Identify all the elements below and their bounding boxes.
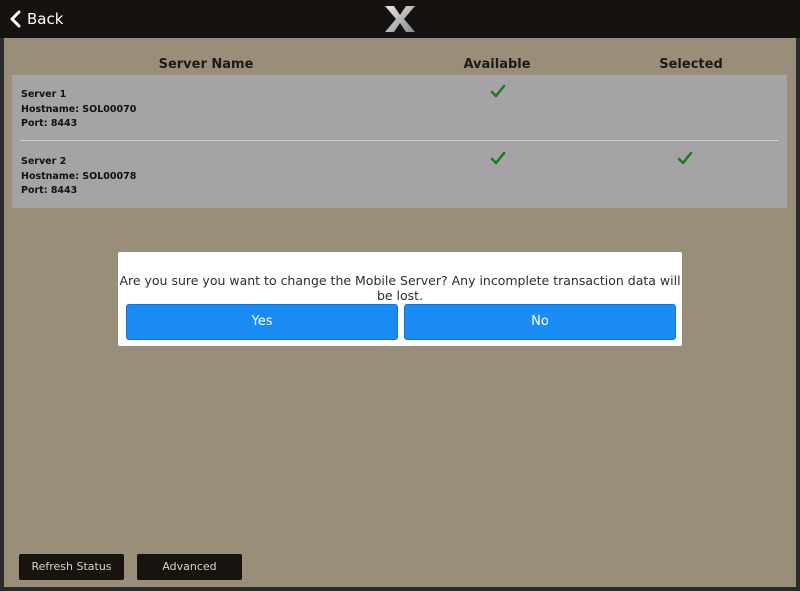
- frame-bottom: [0, 587, 800, 591]
- selected-check-icon: [677, 151, 693, 165]
- back-label: Back: [27, 10, 64, 28]
- frame-right: [796, 38, 800, 591]
- server-row-2[interactable]: Server 2 Hostname: SOL00078 Port: 8443: [12, 142, 787, 209]
- server-table: Server 1 Hostname: SOL00070 Port: 8443 S…: [12, 75, 787, 208]
- available-check-icon: [490, 84, 506, 98]
- yes-button[interactable]: Yes: [126, 304, 398, 340]
- server-info: Server 1 Hostname: SOL00070 Port: 8443: [21, 88, 136, 132]
- server-hostname: Hostname: SOL00070: [21, 103, 137, 115]
- advanced-button[interactable]: Advanced: [137, 554, 242, 580]
- refresh-status-button[interactable]: Refresh Status: [19, 554, 124, 580]
- header-available: Available: [463, 57, 531, 72]
- back-button[interactable]: Back: [9, 8, 63, 30]
- server-name: Server 2: [21, 156, 67, 167]
- header-server-name: Server Name: [158, 57, 254, 72]
- server-hostname: Hostname: SOL00078: [21, 170, 137, 182]
- server-port: Port: 8443: [21, 118, 78, 129]
- table-header: Server Name Available Selected: [12, 57, 786, 73]
- server-info: Server 2 Hostname: SOL00078 Port: 8443: [21, 155, 136, 199]
- x-logo-icon: [385, 6, 415, 32]
- header-selected: Selected: [659, 57, 723, 72]
- chevron-left-icon: [10, 10, 21, 28]
- server-port: Port: 8443: [21, 185, 78, 196]
- top-bar: Back: [0, 0, 800, 39]
- no-button[interactable]: No: [404, 304, 676, 340]
- available-check-icon: [490, 151, 506, 165]
- dialog-message: Are you sure you want to change the Mobi…: [119, 273, 681, 303]
- server-name: Server 1: [21, 89, 67, 100]
- row-divider: [20, 140, 779, 141]
- confirm-dialog: Are you sure you want to change the Mobi…: [118, 252, 682, 346]
- server-row-1[interactable]: Server 1 Hostname: SOL00070 Port: 8443: [12, 75, 787, 142]
